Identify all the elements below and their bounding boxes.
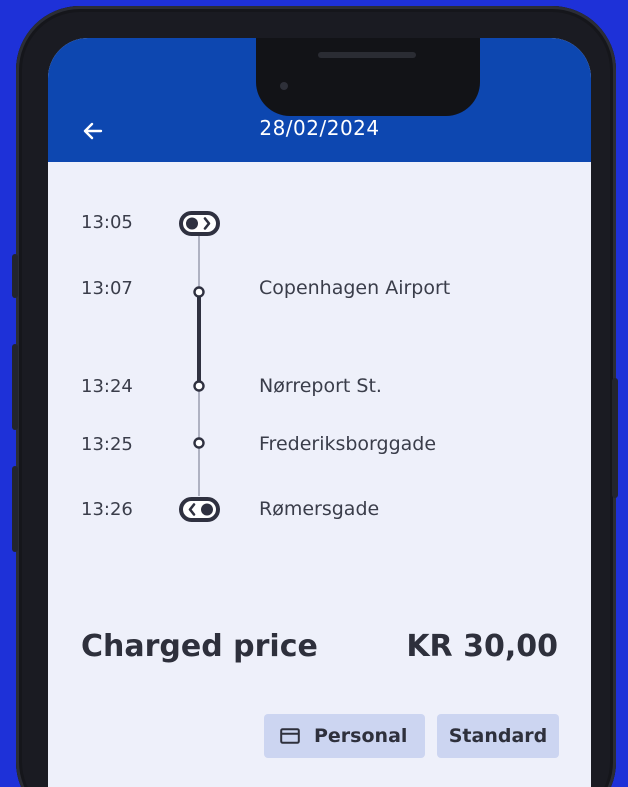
stop-time: 13:07 [81, 278, 133, 299]
stop-name: Frederiksborggade [259, 433, 437, 455]
stop-dot [193, 380, 205, 392]
standard-chip[interactable]: Standard [437, 714, 559, 758]
side-button-mute [12, 254, 18, 298]
notch-speaker [318, 52, 416, 58]
transit-start-icon [179, 211, 220, 236]
stop-name: Rømersgade [259, 498, 380, 520]
journey-timeline [179, 211, 220, 522]
personal-chip-label: Personal [314, 725, 408, 747]
arrival-time: 13:26 [81, 499, 133, 520]
stop-dot [193, 437, 205, 449]
standard-chip-label: Standard [448, 725, 548, 747]
stop-dot [193, 286, 205, 298]
charged-price-label: Charged price [81, 629, 318, 664]
credit-card-icon [280, 728, 300, 744]
stop-time: 13:25 [81, 434, 133, 455]
side-button-volume-down [12, 466, 18, 552]
departure-time: 13:05 [81, 212, 133, 233]
transit-end-icon [179, 497, 220, 522]
side-button-volume-up [12, 344, 18, 430]
phone-notch [256, 38, 480, 116]
charged-price-value: KR 30,00 [406, 629, 558, 664]
stop-time: 13:24 [81, 376, 133, 397]
stop-name: Copenhagen Airport [259, 277, 451, 299]
phone-screen: 28/02/2024 13:05 13:07 Copenhagen Airpor… [48, 38, 591, 787]
notch-camera [280, 82, 288, 90]
personal-chip[interactable]: Personal [264, 714, 425, 758]
stop-name: Nørreport St. [259, 375, 382, 397]
page-title: 28/02/2024 [259, 116, 380, 140]
stage: 28/02/2024 13:05 13:07 Copenhagen Airpor… [0, 0, 628, 787]
side-button-power [612, 378, 618, 498]
